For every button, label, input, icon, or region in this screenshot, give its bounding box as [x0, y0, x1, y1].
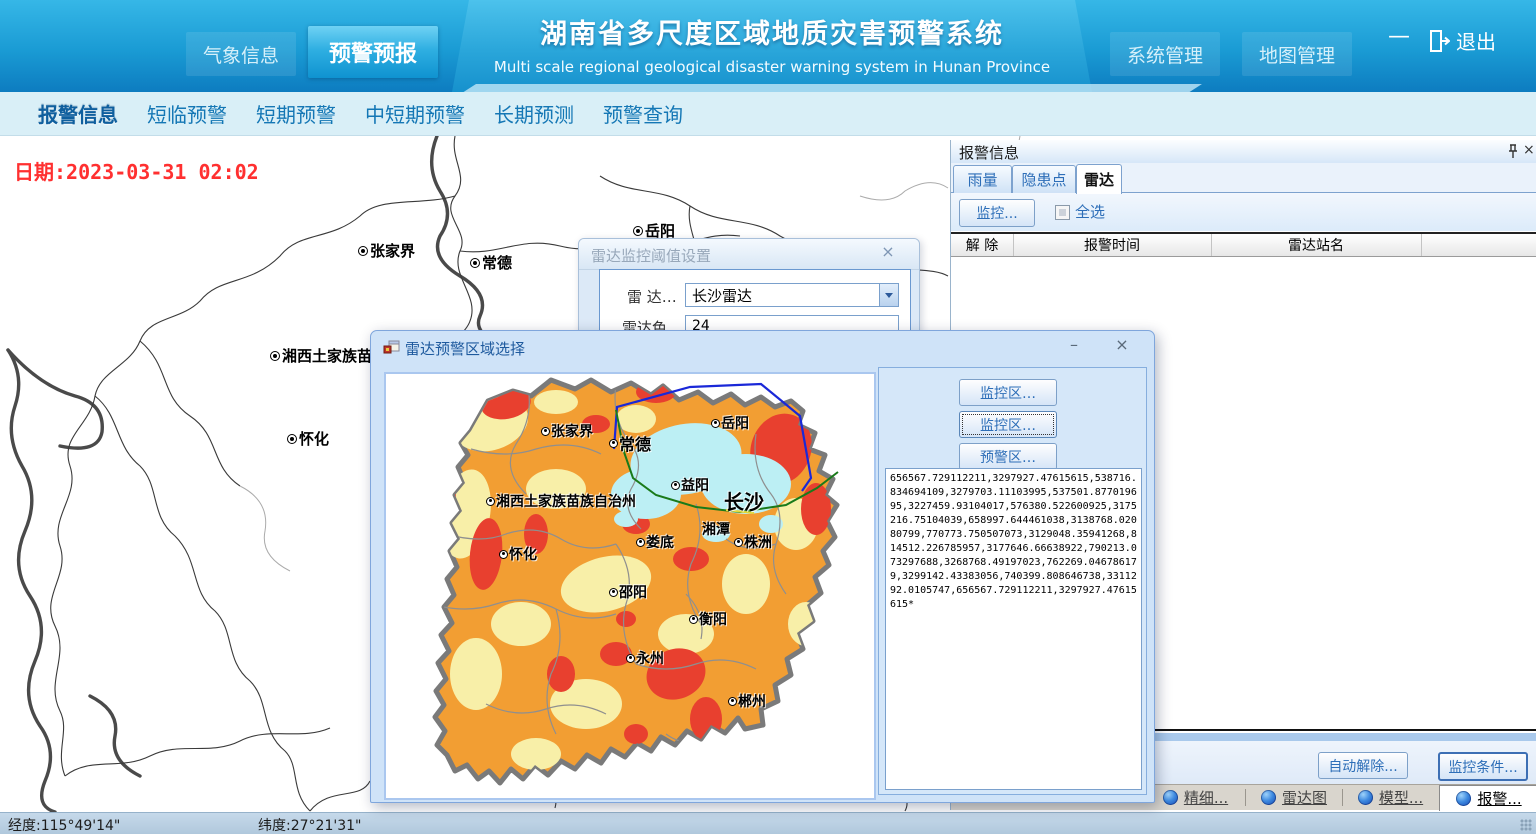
map-city-yongzhou: 永州 [626, 648, 664, 668]
bottom-tab-radar-image[interactable]: 雷达图 [1247, 785, 1341, 810]
threshold-dialog-titlebar[interactable]: 雷达监控阈值设置 × [579, 239, 919, 270]
app-subtitle: Multi scale regional geological disaster… [452, 58, 1092, 76]
dialog-close-icon[interactable]: × [1109, 335, 1135, 354]
city-marker-icon [270, 351, 280, 361]
bg-city-changde: 常德 [470, 252, 512, 273]
forecast-button[interactable]: 预警预报 [308, 26, 438, 78]
alarm-table-header: 解 除 报警时间 雷达站名 [951, 232, 1536, 257]
map-city-shaoyang: 邵阳 [609, 582, 647, 602]
bottom-tab-alarm[interactable]: 报警... [1439, 785, 1536, 811]
tab-rainfall[interactable]: 雨量 [953, 165, 1012, 193]
globe-icon [1261, 790, 1276, 805]
select-all-checkbox[interactable] [1055, 205, 1070, 220]
app-title: 湖南省多尺度区域地质灾害预警系统 [452, 12, 1092, 51]
monitor-region-button-2[interactable]: 监控区… [959, 411, 1057, 438]
globe-icon [1163, 790, 1178, 805]
nav-midshortterm[interactable]: 中短期预警 [365, 99, 465, 128]
nav-query[interactable]: 预警查询 [603, 99, 683, 128]
system-mgmt-button[interactable]: 系统管理 [1110, 32, 1220, 76]
dialog-close-icon[interactable]: × [875, 242, 901, 261]
monitor-button[interactable]: 监控... [959, 199, 1035, 227]
auto-release-button[interactable]: 自动解除... [1318, 752, 1408, 779]
map-city-loudi: 娄底 [636, 532, 674, 552]
map-city-yiyang: 益阳 [671, 475, 709, 495]
radar-select[interactable]: 长沙雷达 [685, 283, 899, 307]
alarm-panel-titlebar: 报警信息 × [951, 140, 1536, 164]
region-dialog-controls: 监控区… 监控区… 预警区… 656567.729112211,3297927.… [878, 367, 1147, 795]
threshold-dialog-body: 雷 达… 长沙雷达 雷达色 … 24 [599, 269, 911, 335]
app-header: 气象信息 预警预报 湖南省多尺度区域地质灾害预警系统 Multi scale r… [0, 0, 1536, 92]
globe-icon [1358, 790, 1373, 805]
globe-icon [1456, 791, 1471, 806]
map-city-hengyang: 衡阳 [689, 609, 727, 629]
tab-radar[interactable]: 雷达 [1076, 164, 1122, 194]
alarm-tabs: 雨量 隐患点 雷达 [951, 163, 1536, 193]
map-city-xiangxi: 湘西土家族苗族自治州 [486, 491, 636, 511]
nav-shortterm[interactable]: 短期预警 [256, 99, 336, 128]
map-date-label: 日期:2023-03-31 02:02 [14, 156, 259, 185]
tab-separator [1245, 789, 1246, 806]
exit-button[interactable]: 退出 [1428, 26, 1496, 55]
tab-separator [1342, 789, 1343, 806]
radar-field-label: 雷 达… [627, 286, 677, 307]
bg-city-xiangxi: 湘西土家族苗 [270, 345, 372, 366]
alarm-toolbar: 监控... 全选 [951, 193, 1536, 231]
map-city-changsha: 长沙 [724, 486, 764, 515]
exit-door-icon [1428, 29, 1450, 53]
pin-icon[interactable] [1507, 144, 1519, 159]
longitude-readout: 经度:115°49'14" [8, 815, 120, 834]
radar-threshold-dialog: 雷达监控阈值设置 × 雷 达… 长沙雷达 雷达色 … 24 [578, 238, 920, 335]
nav-nowcast[interactable]: 短临预警 [147, 99, 227, 128]
threshold-dialog-title: 雷达监控阈值设置 [591, 245, 711, 266]
monitor-condition-button[interactable]: 监控条件... [1438, 752, 1528, 781]
bottom-tab-model[interactable]: 模型... [1344, 785, 1437, 810]
region-dialog-title: 雷达预警区域选择 [405, 338, 525, 359]
sub-nav: 报警信息 短临预警 短期预警 中短期预警 长期预测 预警查询 [0, 92, 1536, 136]
nav-longterm[interactable]: 长期预测 [494, 99, 574, 128]
city-marker-icon [633, 226, 643, 236]
map-city-yueyang: 岳阳 [711, 413, 749, 433]
map-mgmt-button[interactable]: 地图管理 [1242, 32, 1352, 76]
col-header-radar-station[interactable]: 雷达站名 [1211, 234, 1422, 256]
minimize-button[interactable]: — [1388, 24, 1410, 49]
radar-select-value: 长沙雷达 [686, 285, 879, 306]
bg-city-zhangjiajie: 张家界 [358, 240, 415, 261]
city-marker-icon [470, 258, 480, 268]
status-bar: 经度:115°49'14" 纬度:27°21'31" [0, 812, 1536, 834]
city-marker-icon [287, 434, 297, 444]
map-city-zhuzhou: 株洲 [734, 532, 772, 552]
warning-map-panel[interactable]: 张家界 常德 岳阳 益阳 长沙 湘西土家族苗族自治州 怀化 娄底 湘潭 株洲 邵… [384, 372, 876, 800]
exit-label: 退出 [1456, 26, 1496, 55]
panel-close-icon[interactable]: × [1523, 142, 1535, 158]
weather-info-button[interactable]: 气象信息 [186, 32, 296, 76]
dropdown-arrow-icon[interactable] [879, 284, 898, 306]
col-header-release[interactable]: 解 除 [951, 234, 1014, 256]
monitor-region-button-1[interactable]: 监控区… [959, 379, 1057, 406]
map-city-zhangjiajie: 张家界 [541, 421, 593, 441]
warning-region-button[interactable]: 预警区… [959, 443, 1057, 470]
tab-hazard-points[interactable]: 隐患点 [1012, 165, 1076, 193]
col-header-alarm-time[interactable]: 报警时间 [1013, 234, 1212, 256]
form-icon [383, 339, 400, 356]
app-window: 气象信息 预警预报 湖南省多尺度区域地质灾害预警系统 Multi scale r… [0, 0, 1536, 834]
city-marker-icon [358, 246, 368, 256]
latitude-readout: 纬度:27°21'31" [258, 815, 361, 834]
region-coordinates-textbox[interactable]: 656567.729112211,3297927.47615615,538716… [885, 468, 1142, 790]
nav-alarm-info[interactable]: 报警信息 [38, 99, 118, 128]
map-city-huaihua: 怀化 [499, 544, 537, 564]
bottom-tab-fine[interactable]: 精细... [1147, 785, 1244, 810]
map-city-xiangtan: 湘潭 [702, 519, 730, 539]
map-city-chenzhou: 郴州 [728, 691, 766, 711]
alarm-panel-title: 报警信息 [959, 142, 1019, 163]
map-city-changde: 常德 [609, 431, 651, 455]
select-all-label: 全选 [1075, 201, 1105, 222]
resize-grip[interactable] [1520, 819, 1532, 831]
dialog-minimize-icon[interactable]: – [1061, 335, 1087, 354]
bg-city-huaihua: 怀化 [287, 428, 329, 449]
radar-region-dialog: 雷达预警区域选择 – × [370, 330, 1155, 803]
